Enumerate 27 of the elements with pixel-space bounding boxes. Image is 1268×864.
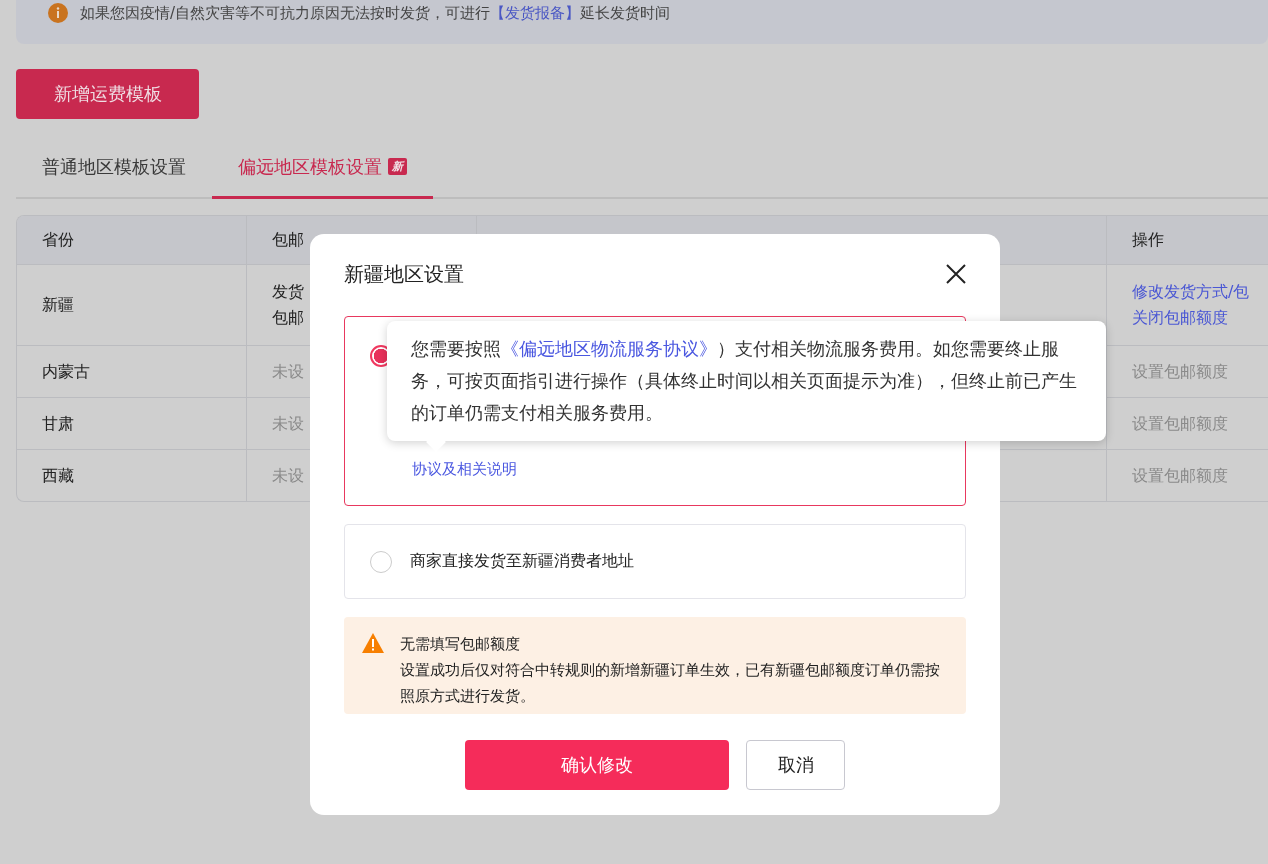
table-cell: 甘肃 <box>17 398 247 449</box>
action-link[interactable]: 修改发货方式/包 <box>1132 279 1250 305</box>
table-cell: 内蒙古 <box>17 346 247 397</box>
notice-text: 如果您因疫情/自然灾害等不可抗力原因无法按时发货，可进行【发货报备】延长发货时间 <box>80 3 671 24</box>
action-link[interactable]: 关闭包邮额度 <box>1132 305 1228 331</box>
agreement-link[interactable]: 《偏远地区物流服务协议》 <box>501 338 717 359</box>
action-text[interactable]: 设置包邮额度 <box>1132 358 1228 385</box>
cancel-button[interactable]: 取消 <box>746 740 845 790</box>
warning-icon <box>362 633 384 653</box>
new-badge: 新 <box>388 158 407 175</box>
table-cell: 西藏 <box>17 450 247 501</box>
table-cell: 新疆 <box>17 265 247 345</box>
warning-title: 无需填写包邮额度 <box>400 634 521 655</box>
option-card[interactable]: 商家直接发货至新疆消费者地址 <box>344 524 966 599</box>
warning-text: 设置成功后仅对符合中转规则的新增新疆订单生效，已有新疆包邮额度订单仍需按照原方式进行发货。 <box>400 660 941 707</box>
confirm-button[interactable]: 确认修改 <box>465 740 729 790</box>
report-link[interactable]: 【发货报备】 <box>490 4 581 22</box>
add-template-button[interactable]: 新增运费模板 <box>16 69 199 119</box>
tab[interactable]: 普通地区模板设置 <box>16 147 212 199</box>
tab[interactable]: 偏远地区模板设置 新 <box>212 147 433 199</box>
column-header: 省份 <box>17 216 247 264</box>
option-label: 商家直接发货至新疆消费者地址 <box>410 551 634 572</box>
action-text[interactable]: 设置包邮额度 <box>1132 410 1228 437</box>
action-text[interactable]: 设置包邮额度 <box>1132 462 1228 489</box>
info-icon <box>48 3 68 23</box>
column-header: 操作 <box>1131 229 1165 251</box>
close-icon[interactable] <box>946 264 966 284</box>
